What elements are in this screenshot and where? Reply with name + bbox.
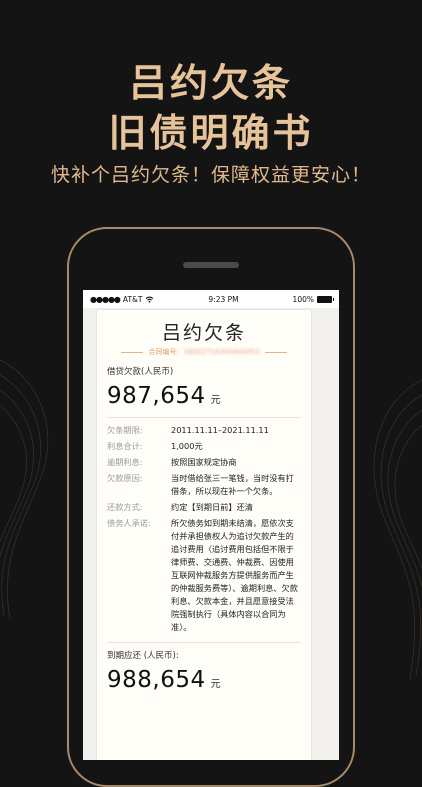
due-amount-value: 988,654 xyxy=(107,667,206,693)
row-key: 利息合计: xyxy=(107,441,143,451)
detail-rows: 欠条期限: 2011.11.11–2021.11.11 利息合计: 1,000元… xyxy=(107,424,301,634)
row-value: 1,000元 xyxy=(171,441,203,451)
contract-number-line: 合同编号: 16052714345400053 xyxy=(97,347,311,357)
loan-amount-unit: 元 xyxy=(210,395,221,406)
contract-label: 合同编号: xyxy=(148,348,179,356)
document-title: 吕约欠条 xyxy=(161,322,246,344)
section-divider xyxy=(107,642,301,643)
due-amount: 988,654 元 xyxy=(107,667,311,693)
battery-percent: 100% xyxy=(292,294,314,304)
detail-row-overdue-interest: 逾期利息: 按照国家规定协商 xyxy=(107,456,301,469)
divider-left xyxy=(121,351,144,353)
row-value: 按照国家规定协商 xyxy=(171,457,237,467)
row-key: 欠款原因: xyxy=(107,473,143,483)
due-amount-label: 到期应还 (人民币): xyxy=(107,651,179,661)
detail-row-term: 欠条期限: 2011.11.11–2021.11.11 xyxy=(107,424,301,437)
loan-amount-label: 借贷欠款(人民币) xyxy=(107,367,174,377)
phone-screen: ●●●●● AT&T 9:23 PM 100% 吕约欠条 合同编号: 16052… xyxy=(83,290,339,760)
divider-right xyxy=(264,351,287,353)
detail-row-commitment: 债务人承诺: 所欠债务如到期未结清，愿依次支付并承担债权人为追讨欠款产生的追讨费… xyxy=(107,517,301,634)
battery-icon xyxy=(317,295,334,303)
wifi-icon xyxy=(146,296,154,303)
iou-document: 吕约欠条 合同编号: 16052714345400053 借贷欠款(人民币) 9… xyxy=(97,310,311,760)
loan-amount: 987,654 元 xyxy=(107,383,311,409)
row-value: 当时借给张三一笔钱，当时没有打借条，所以现在补一个欠条。 xyxy=(171,473,294,496)
detail-row-reason: 欠款原因: 当时借给张三一笔钱，当时没有打借条，所以现在补一个欠条。 xyxy=(107,472,301,498)
row-value: 2011.11.11–2021.11.11 xyxy=(171,425,269,435)
row-key: 欠条期限: xyxy=(107,425,143,435)
loan-amount-value: 987,654 xyxy=(107,383,206,409)
row-key: 逾期利息: xyxy=(107,457,143,467)
carrier-name: AT&T xyxy=(122,294,143,304)
promo-subtitle: 快补个吕约欠条！保障权益更安心！ xyxy=(50,164,371,186)
detail-row-repayment: 还款方式: 约定【到期日前】还清 xyxy=(107,501,301,514)
contract-number: 16052714345400053 xyxy=(183,348,260,356)
detail-row-interest: 利息合计: 1,000元 xyxy=(107,440,301,453)
row-key: 还款方式: xyxy=(107,502,143,512)
row-key: 债务人承诺: xyxy=(107,518,151,528)
phone-speaker xyxy=(183,262,239,268)
row-value: 约定【到期日前】还清 xyxy=(171,502,253,512)
section-divider xyxy=(107,417,301,418)
signal-icon: ●●●●● xyxy=(90,294,121,304)
due-amount-unit: 元 xyxy=(210,679,221,690)
promo-title-line1: 吕约欠条 xyxy=(128,61,293,105)
promo-title-line2: 旧债明确书 xyxy=(108,111,314,155)
row-value: 所欠债务如到期未结清，愿依次支付并承担债权人为追讨欠款产生的追讨费用（追讨费用包… xyxy=(171,518,298,632)
status-bar: ●●●●● AT&T 9:23 PM 100% xyxy=(83,290,339,308)
status-time: 9:23 PM xyxy=(208,294,239,304)
